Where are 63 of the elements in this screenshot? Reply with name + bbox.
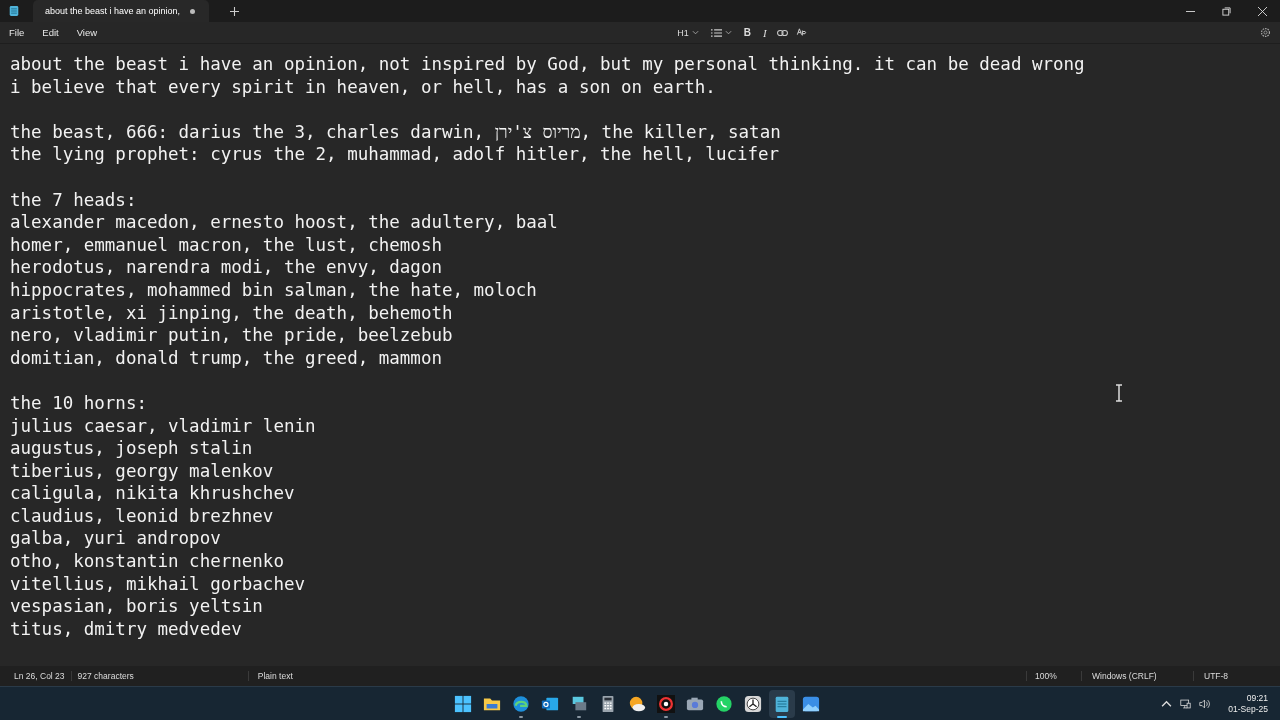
- restore-icon[interactable]: [1222, 6, 1231, 16]
- italic-button[interactable]: I: [761, 26, 769, 39]
- text-line: titus, dmitry medvedev: [10, 617, 242, 641]
- document-tab[interactable]: about the beast i have an opinion,: [33, 0, 209, 22]
- notepad-icon: [9, 5, 19, 17]
- text-line: the beast, 666: darius the 3, charles darwin, מריוס צ'ירן, the killer, satan: [10, 120, 781, 144]
- circle-logo-icon: [657, 694, 675, 713]
- list-icon: [710, 28, 722, 37]
- text-line: aristotle, xi jinping, the death, behemoth: [10, 301, 453, 325]
- text-line: claudius, leonid brezhnev: [10, 504, 274, 528]
- text-line: homer, emmanuel macron, the lust, chemosh: [10, 233, 442, 257]
- clock-icon: [744, 694, 762, 713]
- text-line: the lying prophet: cyrus the 2, muhammad, adolf hitler, the hell, lucifer: [10, 143, 780, 166]
- text-line: herodotus, narendra modi, the envy, dagon: [10, 256, 442, 279]
- chevron-up-icon[interactable]: [1161, 698, 1173, 709]
- format-label: Plain text: [247, 671, 299, 681]
- text-line: alexander macedon, ernesto hoost, the adultery, baal: [10, 211, 558, 234]
- text-line: augustus, joseph stalin: [10, 437, 253, 460]
- link-icon[interactable]: [776, 27, 788, 38]
- menu-item[interactable]: File: [4, 27, 30, 38]
- text-line: i believe that every spirit in heaven, or hell, has a son on earth.: [10, 75, 716, 99]
- encoding-label: UTF-8: [1193, 671, 1280, 681]
- text-line: otho, konstantin chernenko: [10, 550, 284, 573]
- notepad-icon: [773, 694, 791, 713]
- menu-item[interactable]: Edit: [37, 27, 64, 38]
- menu-item[interactable]: View: [71, 27, 103, 38]
- text-line: domitian, donald trump, the greed, mammon: [10, 346, 442, 370]
- text-line: caligula, nikita khrushchev: [10, 482, 295, 505]
- bold-button[interactable]: B: [741, 27, 754, 38]
- text-line: nero, vladimir putin, the pride, beelzebub: [10, 324, 453, 347]
- text-line: julius caesar, vladimir lenin: [10, 414, 316, 438]
- text-line: galba, yuri andropov: [10, 527, 221, 551]
- list-button[interactable]: [708, 28, 734, 37]
- heading-button[interactable]: H1: [675, 27, 701, 38]
- chat-bubble-icon: [715, 694, 733, 713]
- sun-cloud-icon: [628, 694, 646, 713]
- settings-icon[interactable]: [1260, 27, 1271, 38]
- text-line: hippocrates, mohammed bin salman, the hate, moloch: [10, 278, 537, 302]
- text-line: vitellius, mikhail gorbachev: [10, 572, 305, 596]
- cursor-position: Ln 26, Col 23: [13, 671, 66, 681]
- close-icon[interactable]: [1258, 6, 1267, 16]
- text-line: tiberius, georgy malenkov: [10, 459, 274, 483]
- text-line: vespasian, boris yeltsin: [10, 595, 263, 618]
- photo-icon: [802, 694, 820, 713]
- zoom-level: 100%: [1026, 671, 1081, 681]
- character-count: 927 characters: [70, 671, 140, 681]
- text-line: the 10 horns:: [10, 391, 147, 415]
- clock-time[interactable]: 09:21: [1246, 692, 1268, 704]
- spellcheck-icon[interactable]: [795, 27, 807, 38]
- text-line: the 7 heads:: [10, 188, 137, 212]
- caret-icon: [691, 30, 699, 35]
- line-ending: Windows (CRLF): [1081, 671, 1193, 681]
- text-cursor-icon: [1115, 384, 1123, 402]
- network-icon[interactable]: [1180, 698, 1192, 709]
- caret-icon: [724, 30, 732, 35]
- new-tab-icon[interactable]: [230, 6, 239, 16]
- taskbar-button[interactable]: [769, 689, 795, 718]
- monitor-icon: [570, 694, 588, 713]
- volume-icon[interactable]: [1199, 698, 1211, 709]
- browser-icon: [512, 694, 530, 713]
- text-line: about the beast i have an opinion, not inspired by God, but my personal thinking. it can be dead wrong: [10, 53, 1085, 76]
- clock-date[interactable]: 01-Sep-25: [1228, 703, 1268, 715]
- windows-logo-icon: [454, 694, 472, 713]
